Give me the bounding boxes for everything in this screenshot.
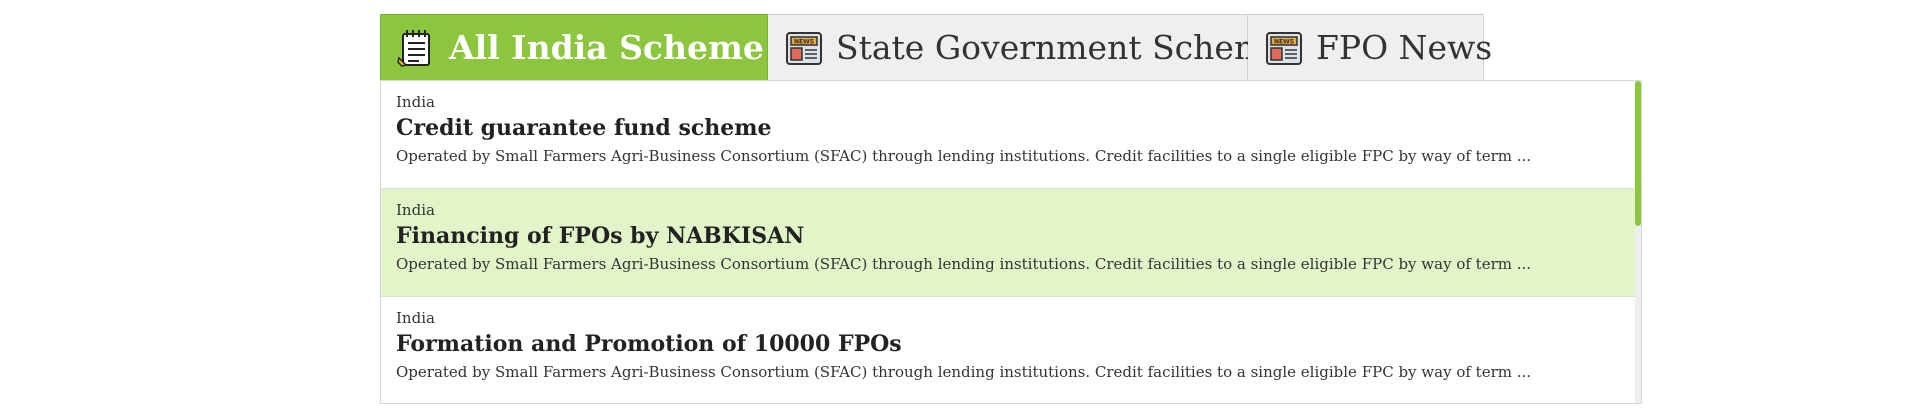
item-title[interactable]: Credit guarantee fund scheme bbox=[396, 113, 1619, 143]
svg-text:NEWS: NEWS bbox=[794, 38, 814, 45]
item-region: India bbox=[396, 93, 435, 111]
tab-label: All India Scheme bbox=[449, 28, 764, 67]
item-description: Operated by Small Farmers Agri-Business … bbox=[396, 363, 1532, 381]
item-title[interactable]: Financing of FPOs by NABKISAN bbox=[396, 221, 1619, 251]
list-item[interactable]: India Formation and Promotion of 10000 F… bbox=[381, 297, 1635, 403]
tab-bar: All India Scheme NEWS State Government S… bbox=[380, 14, 1642, 80]
item-region: India bbox=[396, 309, 435, 327]
scrollbar-thumb[interactable] bbox=[1635, 81, 1641, 226]
item-description: Operated by Small Farmers Agri-Business … bbox=[396, 147, 1532, 165]
list-item[interactable]: India Financing of FPOs by NABKISAN Oper… bbox=[381, 189, 1635, 297]
scrollbar[interactable] bbox=[1635, 81, 1641, 403]
tab-state-government-scheme[interactable]: NEWS State Government Scheme bbox=[768, 14, 1285, 80]
newspaper-icon: NEWS bbox=[1266, 31, 1302, 65]
item-region: India bbox=[396, 201, 435, 219]
scheme-widget: All India Scheme NEWS State Government S… bbox=[380, 14, 1642, 404]
tab-fpo-news[interactable]: NEWS FPO News bbox=[1248, 14, 1492, 80]
scheme-list[interactable]: India Credit guarantee fund scheme Opera… bbox=[380, 80, 1642, 404]
tab-label: State Government Scheme bbox=[836, 28, 1285, 67]
list-item[interactable]: India Credit guarantee fund scheme Opera… bbox=[381, 81, 1635, 189]
tab-label: FPO News bbox=[1316, 28, 1493, 67]
newspaper-icon: NEWS bbox=[786, 31, 822, 65]
item-title[interactable]: Formation and Promotion of 10000 FPOs bbox=[396, 329, 1619, 359]
notepad-icon bbox=[397, 29, 430, 67]
tab-all-india-scheme[interactable]: All India Scheme bbox=[380, 14, 768, 80]
svg-text:NEWS: NEWS bbox=[1274, 38, 1294, 45]
item-description: Operated by Small Farmers Agri-Business … bbox=[396, 255, 1532, 273]
